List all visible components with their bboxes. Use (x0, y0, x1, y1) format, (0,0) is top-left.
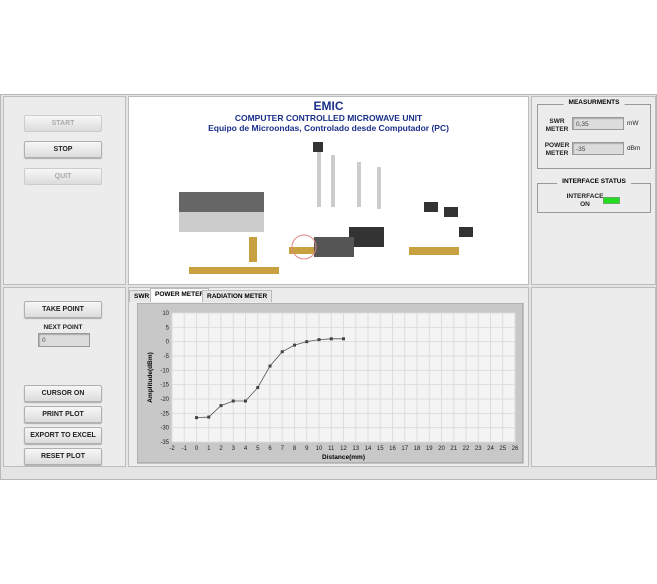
data-point (195, 416, 198, 420)
y-tick-label: -10 (160, 368, 169, 374)
y-tick-label: 10 (162, 311, 169, 317)
empty-panel (531, 287, 656, 467)
x-tick-label: 15 (377, 446, 384, 452)
measurements-group: MEASURMENTS SWR METER 0,35 mW POWER METE… (537, 99, 651, 169)
power-value: -35 (572, 142, 624, 155)
x-tick-label: 19 (426, 446, 433, 452)
main-window: START STOP QUIT EMIC COMPUTER CONTROLLED… (0, 94, 657, 480)
next-point-label: NEXT POINT (43, 324, 83, 331)
x-tick-label: 26 (512, 446, 519, 452)
power-label: POWER METER (544, 142, 570, 157)
export-excel-button[interactable]: EXPORT TO EXCEL (24, 427, 102, 444)
action-panel: TAKE POINT NEXT POINT 0 CURSOR ON PRINT … (3, 287, 126, 467)
data-point (305, 340, 309, 344)
data-point (317, 338, 321, 342)
data-point (329, 337, 333, 341)
data-point (207, 415, 211, 419)
data-point (256, 386, 260, 390)
x-tick-label: -1 (182, 446, 188, 452)
data-point (268, 364, 272, 368)
app-title: EMIC (313, 99, 344, 113)
interface-led (603, 197, 620, 204)
print-plot-button[interactable]: PRINT PLOT (24, 406, 102, 423)
quit-button[interactable]: QUIT (24, 168, 102, 185)
y-tick-label: -35 (160, 440, 169, 446)
data-point (342, 337, 345, 341)
next-point-field[interactable]: 0 (38, 333, 90, 347)
y-tick-label: -20 (160, 397, 169, 403)
swr-value: 0,35 (572, 117, 624, 130)
x-tick-label: 21 (450, 446, 457, 452)
app-subtitle-es: Equipo de Microondas, Controlado desde C… (208, 123, 449, 133)
x-tick-label: 16 (389, 446, 396, 452)
interface-title: INTERFACE STATUS (557, 178, 631, 185)
x-tick-label: 12 (340, 446, 347, 452)
power-chart: -2 -1 0 1 2 3 4 5 6 7 8 9 10 11 12 13 14 15 16 17 18 19 20 21 22… (137, 303, 524, 464)
x-tick-label: 20 (438, 446, 445, 452)
x-tick-label: 24 (487, 446, 494, 452)
x-tick-label: 11 (328, 446, 335, 452)
x-tick-label: 23 (475, 446, 482, 452)
x-tick-label: 17 (401, 446, 408, 452)
reset-plot-button[interactable]: RESET PLOT (24, 448, 102, 465)
data-point (244, 399, 247, 403)
tab-power-meter[interactable]: POWER METER (150, 288, 210, 302)
chart-panel: SWR POWER METER RADIATION METER -2 -1 0 1 2 3… (128, 287, 529, 467)
data-point (219, 404, 223, 408)
x-tick-label: 14 (365, 446, 372, 452)
data-point (293, 343, 296, 347)
measurements-title: MEASURMENTS (563, 99, 625, 106)
x-tick-label: 22 (463, 446, 470, 452)
app-subtitle: COMPUTER CONTROLLED MICROWAVE UNIT (234, 113, 423, 123)
swr-unit: mW (627, 120, 639, 127)
y-tick-label: -15 (160, 383, 169, 389)
x-tick-label: 25 (499, 446, 506, 452)
y-tick-label: -30 (160, 426, 169, 432)
x-tick-label: 18 (414, 446, 421, 452)
x-tick-label: 13 (352, 446, 359, 452)
x-tick-label: -2 (169, 446, 175, 452)
y-axis-label: Amplitude(dBm) (147, 352, 154, 403)
start-button[interactable]: START (24, 115, 102, 132)
cursor-on-button[interactable]: CURSOR ON (24, 385, 102, 402)
equipment-photo (179, 142, 473, 274)
stop-button[interactable]: STOP (24, 141, 102, 158)
data-point (231, 399, 235, 403)
tab-radiation-meter[interactable]: RADIATION METER (202, 290, 273, 302)
interface-label: INTERFACE ON (566, 193, 604, 208)
y-tick-label: -5 (164, 354, 170, 360)
data-point (280, 350, 284, 354)
interface-group: INTERFACE STATUS INTERFACE ON (537, 178, 651, 213)
take-point-button[interactable]: TAKE POINT (24, 301, 102, 318)
x-axis-label: Distance(mm) (322, 454, 365, 461)
swr-label: SWR METER (545, 118, 569, 133)
y-tick-label: -25 (160, 411, 169, 417)
status-panel: MEASURMENTS SWR METER 0,35 mW POWER METE… (531, 96, 656, 285)
x-tick-label: 10 (316, 446, 323, 452)
control-panel: START STOP QUIT (3, 96, 126, 285)
power-unit: dBm (627, 145, 641, 152)
header-panel: EMIC COMPUTER CONTROLLED MICROWAVE UNIT … (128, 96, 529, 285)
